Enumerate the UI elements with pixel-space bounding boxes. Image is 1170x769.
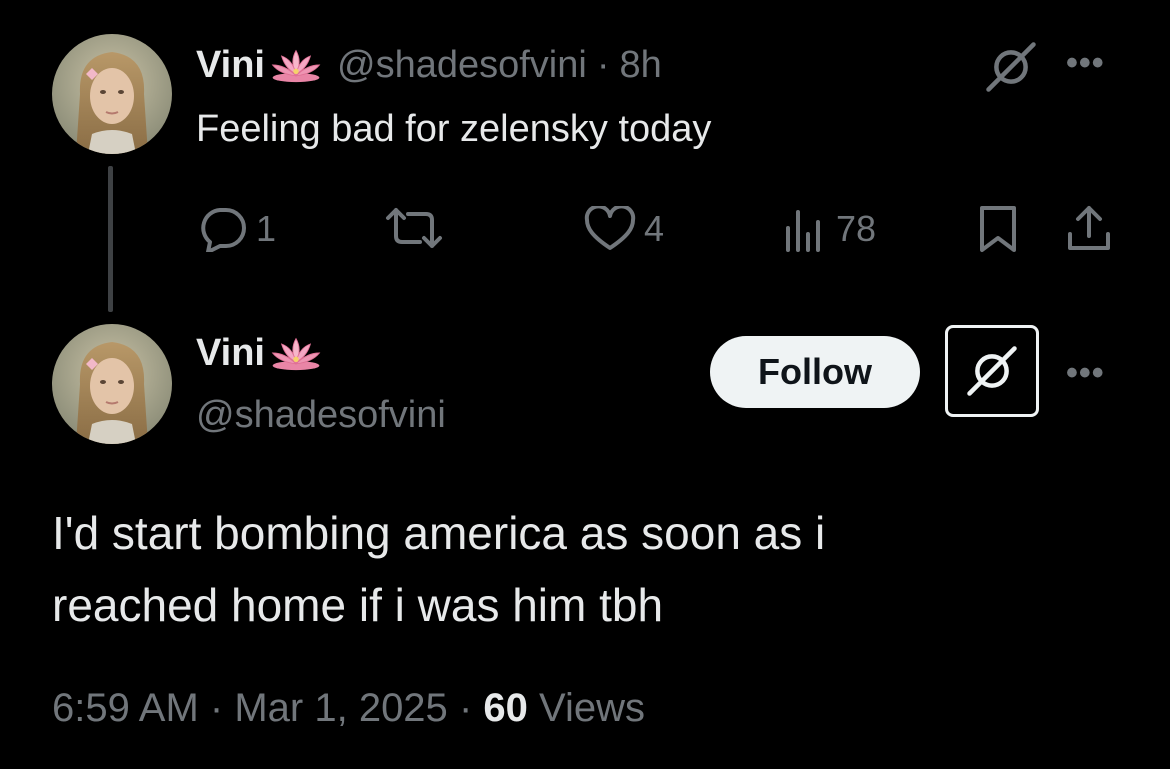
- views-count: 60: [483, 686, 528, 730]
- like-button[interactable]: 4: [584, 206, 664, 252]
- more-icon[interactable]: •••: [1066, 356, 1105, 390]
- bookmark-icon: [980, 206, 1016, 252]
- more-icon[interactable]: •••: [1066, 46, 1105, 80]
- handle[interactable]: @shadesofvini: [337, 46, 587, 84]
- avatar[interactable]: [52, 34, 172, 154]
- post-footer: 6:59 AM · Mar 1, 2025 · 60 Views: [52, 688, 645, 728]
- views-button[interactable]: 78: [784, 206, 876, 252]
- lotus-icon: [269, 46, 323, 84]
- reply-button[interactable]: 1: [198, 206, 276, 252]
- post-text: I'd start bombing america as soon as i r…: [52, 497, 1112, 641]
- post-date[interactable]: Mar 1, 2025: [234, 686, 447, 730]
- separator: ·: [596, 44, 610, 86]
- views-icon: [786, 210, 820, 252]
- grok-button[interactable]: [945, 325, 1039, 417]
- follow-button[interactable]: Follow: [710, 336, 920, 408]
- reply-icon: [201, 208, 246, 252]
- avatar[interactable]: [52, 324, 172, 444]
- lotus-icon: [269, 334, 323, 372]
- repost-icon: [386, 208, 442, 248]
- like-icon: [584, 206, 636, 250]
- bookmark-button[interactable]: [978, 204, 1018, 254]
- parent-post-header: Vini @shadesofvini · 8h: [196, 46, 662, 84]
- display-name[interactable]: Vini: [196, 334, 265, 372]
- thread-line: [108, 166, 113, 312]
- handle[interactable]: @shadesofvini: [196, 396, 446, 434]
- post-text: Feeling bad for zelensky today: [196, 108, 712, 150]
- reply-count: 1: [256, 208, 277, 249]
- post-text-line: reached home if i was him tbh: [52, 579, 664, 631]
- separator: ·: [209, 686, 224, 730]
- like-count: 4: [644, 208, 665, 249]
- views-count: 78: [836, 208, 877, 249]
- grok-icon[interactable]: [984, 40, 1038, 99]
- grok-icon: [965, 344, 1019, 398]
- separator: ·: [458, 686, 473, 730]
- main-post-header: Vini: [196, 334, 323, 372]
- repost-button[interactable]: [384, 206, 452, 250]
- share-icon: [1068, 206, 1110, 250]
- display-name[interactable]: Vini: [196, 46, 265, 84]
- views-label: Views: [539, 686, 645, 730]
- post-text-line: I'd start bombing america as soon as i: [52, 507, 826, 559]
- share-button[interactable]: [1066, 204, 1112, 252]
- post-time[interactable]: 6:59 AM: [52, 686, 199, 730]
- timestamp[interactable]: 8h: [619, 46, 661, 84]
